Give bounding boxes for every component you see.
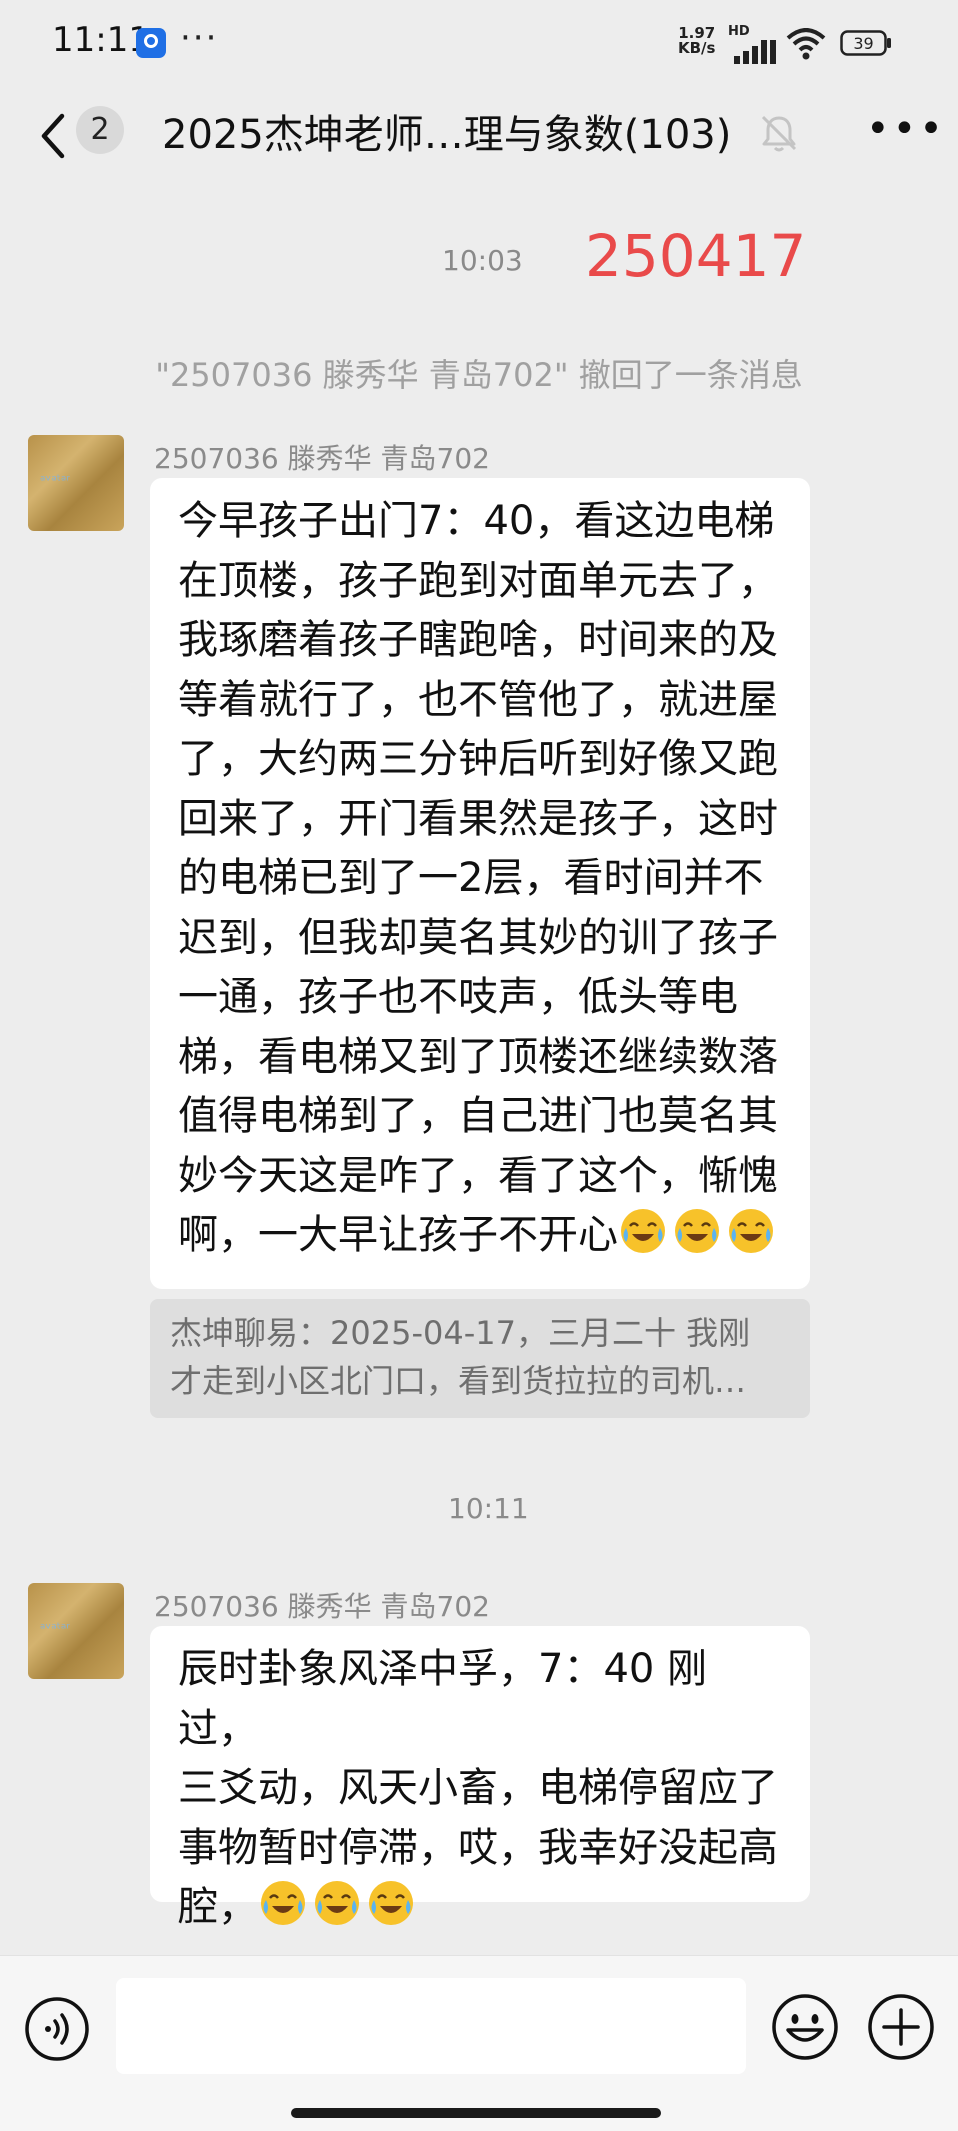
- message-line: 在顶楼，孩子跑到对面单元去了，: [178, 557, 778, 604]
- sender-name: 2507036 滕秀华 青岛702: [154, 442, 490, 475]
- laugh-cry-emoji-icon: [675, 1209, 719, 1253]
- timestamp: 10:03: [442, 244, 523, 277]
- wifi-icon: [786, 28, 826, 60]
- battery-icon: 39: [840, 30, 891, 56]
- hd-label: HD: [728, 24, 750, 39]
- message-line-last: 腔，: [178, 1878, 782, 1938]
- voice-icon[interactable]: [24, 1996, 90, 2062]
- message-line: 值得电梯到了，自己进门也莫名其: [178, 1093, 778, 1139]
- battery-level: 39: [853, 34, 873, 53]
- message-line-last: 啊，一大早让孩子不开心: [178, 1206, 782, 1266]
- message-line: 腔，: [178, 1884, 258, 1930]
- message-line: 了，大约两三分钟后听到好像又跑: [178, 736, 778, 782]
- app-notification-icon: [136, 28, 166, 58]
- message-line: 回来了，开门看果然是孩子，这时: [178, 795, 778, 842]
- message-bubble[interactable]: 辰时卦象风泽中孚，7：40 刚过， 三爻动，风天小畜，电梯停留应了 事物暂时停滞…: [150, 1626, 810, 1930]
- laugh-cry-emoji-icon: [729, 1209, 773, 1253]
- message-line: 迟到，但我却莫名其妙的训了孩子: [178, 914, 778, 961]
- laugh-cry-emoji-icon: [315, 1881, 359, 1925]
- message-line: 妙今天这是咋了，看了这个，惭愧: [178, 1152, 778, 1199]
- signal-icon: [734, 40, 776, 64]
- avatar[interactable]: ᵃᵛᵃᵗᵃʳ: [28, 435, 124, 531]
- more-icon[interactable]: •••: [866, 109, 946, 149]
- message-line: 我琢磨着孩子瞎跑啥，时间来的及: [178, 617, 778, 663]
- mute-bell-icon: [761, 115, 797, 152]
- unread-badge[interactable]: 2: [76, 106, 124, 154]
- back-icon[interactable]: [34, 110, 74, 162]
- system-message: "2507036 滕秀华 青岛702" 撤回了一条消息: [155, 356, 803, 394]
- input-bar: [0, 1955, 958, 2131]
- message-line: 辰时卦象风泽中孚，7：40 刚过，: [178, 1646, 708, 1752]
- message-line: 啊，一大早让孩子不开心: [178, 1212, 618, 1258]
- message-line: 一通，孩子也不吱声，低头等电: [178, 974, 738, 1020]
- chat-title: 2025杰坤老师…理与象数(103): [162, 112, 732, 158]
- message-line: 今早孩子出门7：40，看这边电梯: [178, 498, 775, 544]
- network-speed-unit: KB/s: [678, 39, 716, 57]
- status-overflow-icon: ···: [180, 18, 219, 58]
- message-line: 梯，看电梯又到了顶楼还继续数落: [178, 1033, 778, 1080]
- message-line: 的电梯已到了一2层，看时间并不: [178, 855, 764, 901]
- chat-header: 2 2025杰坤老师…理与象数(103) •••: [0, 86, 958, 186]
- timestamp: 10:11: [448, 1492, 529, 1525]
- laugh-cry-emoji-icon: [369, 1881, 413, 1925]
- highlight-date: 250417: [585, 222, 807, 290]
- status-bar: 11:11 ··· 1.97 KB/s HD 39: [0, 0, 958, 86]
- network-speed: 1.97 KB/s: [678, 26, 715, 56]
- quote-line: 杰坤聊易：2025-04-17，三月二十 我刚: [170, 1314, 751, 1352]
- avatar[interactable]: ᵃᵛᵃᵗᵃʳ: [28, 1583, 124, 1679]
- quote-line: 才走到小区北门口，看到货拉拉的司机…: [170, 1362, 747, 1400]
- plus-icon[interactable]: [866, 1992, 936, 2062]
- sender-name: 2507036 滕秀华 青岛702: [154, 1590, 490, 1623]
- message-line: 等着就行了，也不管他了，就进屋: [178, 676, 778, 723]
- message-input[interactable]: [116, 1978, 746, 2074]
- laugh-cry-emoji-icon: [621, 1209, 665, 1253]
- laugh-cry-emoji-icon: [261, 1881, 305, 1925]
- home-indicator[interactable]: [291, 2108, 661, 2118]
- message-line: 三爻动，风天小畜，电梯停留应了: [178, 1765, 778, 1811]
- message-bubble[interactable]: 今早孩子出门7：40，看这边电梯 在顶楼，孩子跑到对面单元去了， 我琢磨着孩子瞎…: [150, 478, 810, 1289]
- emoji-icon[interactable]: [770, 1992, 840, 2062]
- quoted-message[interactable]: 杰坤聊易：2025-04-17，三月二十 我刚 才走到小区北门口，看到货拉拉的司…: [150, 1299, 810, 1418]
- message-line: 事物暂时停滞，哎，我幸好没起高: [178, 1824, 778, 1871]
